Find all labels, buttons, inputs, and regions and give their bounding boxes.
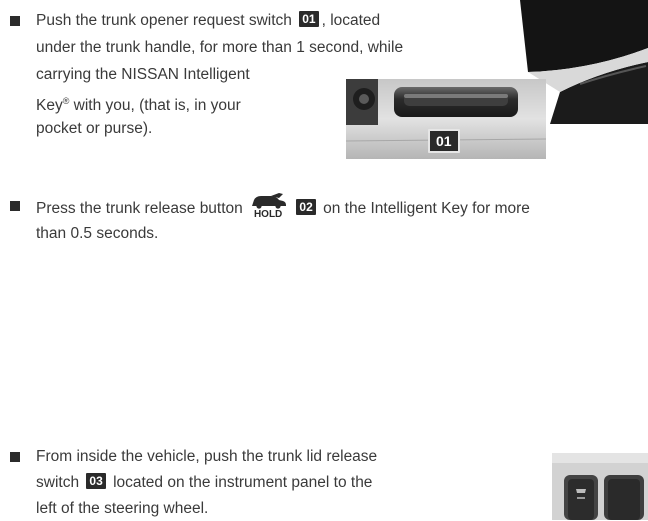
section3-text-a: switch (36, 474, 80, 491)
section3-text-b: located on the instrument panel to the (113, 474, 373, 491)
section1-line2: under the trunk handle, for more than 1 … (36, 39, 404, 56)
trunk-handle-photo: 01 (346, 79, 546, 159)
bullet-2 (10, 201, 20, 211)
photo-callout-badge-01: 01 (428, 129, 460, 153)
section1-line1: Push the trunk opener request switch 01,… (36, 8, 380, 33)
section2-text-b: on the Intelligent Key for more (323, 200, 530, 217)
trunk-hold-icon: HOLD (249, 193, 287, 220)
section1-text-b: , located (321, 12, 381, 29)
section1-key-text: Key (36, 97, 63, 115)
section3-line3: left of the steering wheel. (36, 500, 209, 517)
section2-text-a: Press the trunk release button (36, 200, 243, 217)
bullet-3 (10, 452, 20, 462)
section1-line3: carrying the NISSAN Intelligent (36, 66, 250, 83)
callout-badge-03: 03 (86, 473, 106, 489)
section1-line4: Key® with you, (that is, in your (36, 89, 241, 118)
hold-label: HOLD (253, 209, 283, 220)
callout-badge-01: 01 (299, 11, 319, 27)
callout-badge-02: 02 (296, 199, 316, 215)
section2-line2: than 0.5 seconds. (36, 225, 159, 242)
section1-text-a: Push the trunk opener request switch (36, 12, 292, 29)
section3-line1: From inside the vehicle, push the trunk … (36, 448, 378, 465)
section3-line2: switch 03 located on the instrument pane… (36, 470, 372, 495)
instrument-panel-photo (552, 453, 648, 520)
section1-line4-rest: with you, (that is, in your (69, 97, 241, 115)
section1-line5: pocket or purse). (36, 120, 153, 137)
section2-line1: Press the trunk release button HOLD 02 o… (36, 193, 530, 221)
bullet-1 (10, 16, 20, 26)
